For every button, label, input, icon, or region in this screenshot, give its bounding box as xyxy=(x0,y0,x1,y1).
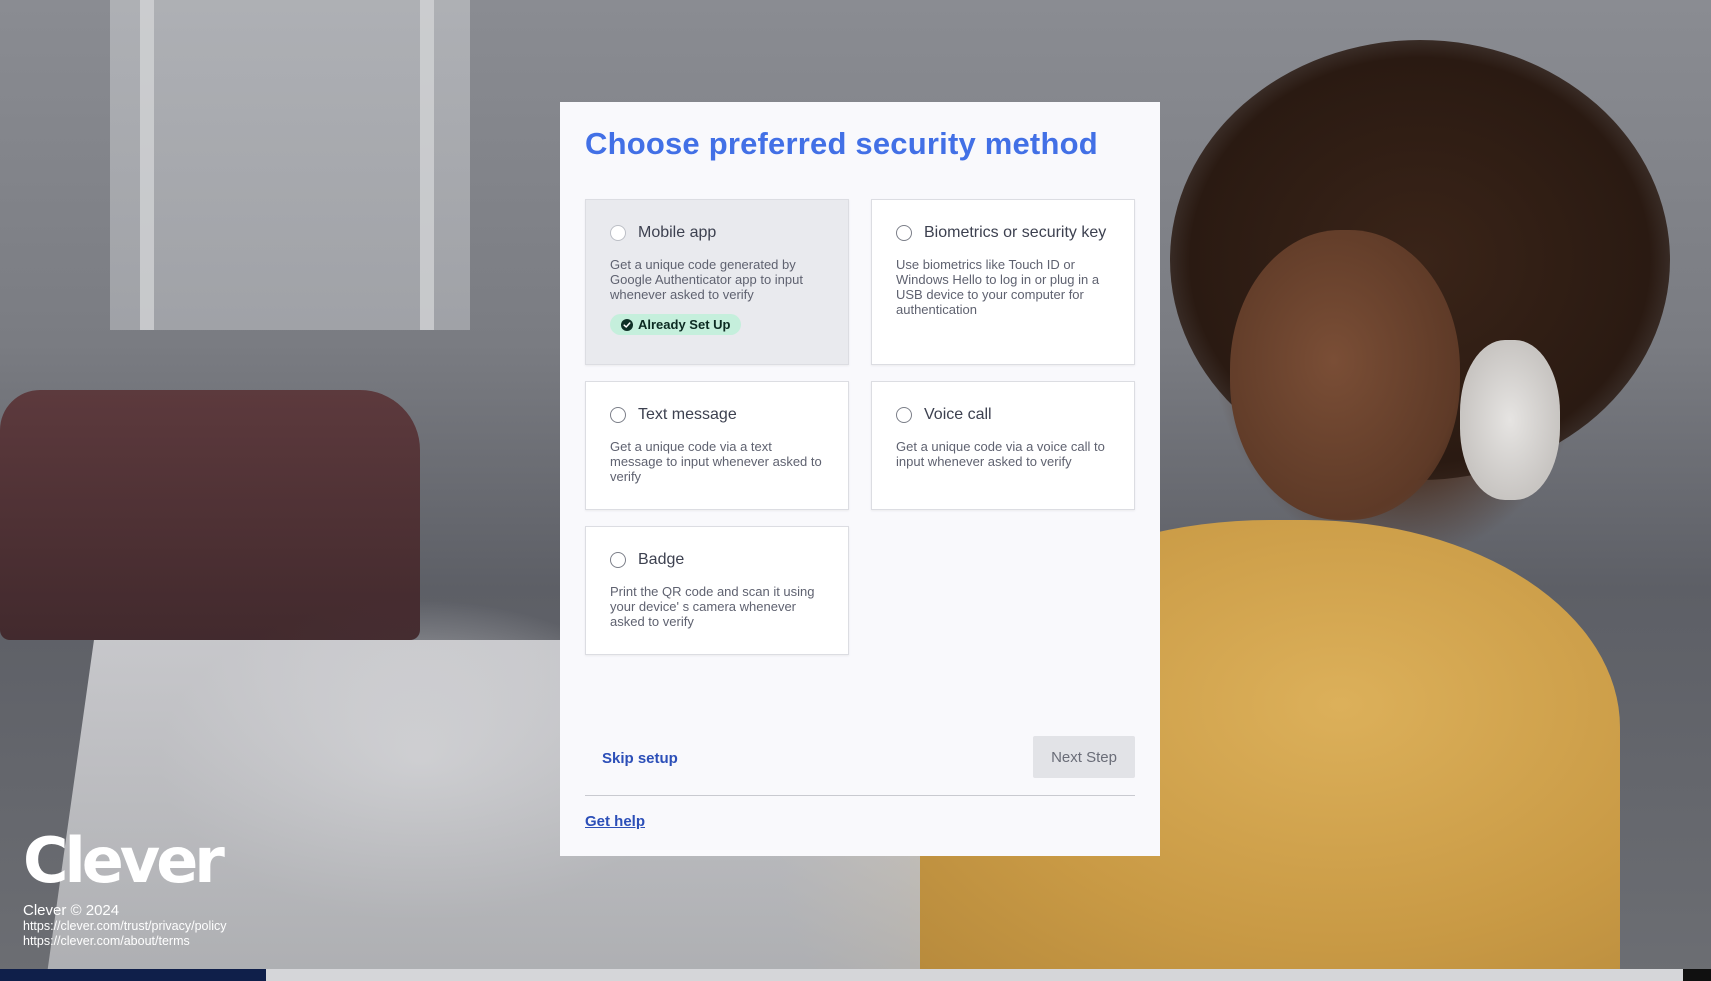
option-header: Text message xyxy=(610,406,824,424)
option-label: Text message xyxy=(638,406,737,423)
copyright-text: Clever © 2024 xyxy=(23,902,120,919)
background-face xyxy=(1230,230,1460,520)
radio-button[interactable] xyxy=(896,407,912,423)
radio-button[interactable] xyxy=(610,552,626,568)
background-sofa xyxy=(0,390,420,640)
option-description: Use biometrics like Touch ID or Windows … xyxy=(896,257,1100,317)
privacy-policy-link[interactable]: https://clever.com/trust/privacy/policy xyxy=(23,919,227,934)
window-mullion xyxy=(140,0,154,330)
background-headphones xyxy=(1460,340,1560,500)
security-method-dialog: Choose preferred security method Mobile … xyxy=(560,102,1160,856)
option-text-message[interactable]: Text message Get a unique code via a tex… xyxy=(585,381,849,510)
window-mullion xyxy=(420,0,434,330)
background-window xyxy=(110,0,470,330)
get-help-link[interactable]: Get help xyxy=(585,813,645,830)
security-options: Mobile app Get a unique code generated b… xyxy=(585,199,1135,659)
option-label: Voice call xyxy=(924,406,992,423)
skip-setup-link[interactable]: Skip setup xyxy=(602,750,678,767)
terms-link[interactable]: https://clever.com/about/terms xyxy=(23,934,227,949)
option-header: Voice call xyxy=(896,406,1110,424)
option-mobile-app[interactable]: Mobile app Get a unique code generated b… xyxy=(585,199,849,365)
option-header: Badge xyxy=(610,551,824,569)
option-label: Badge xyxy=(638,551,685,568)
page-title: Choose preferred security method xyxy=(585,126,1098,161)
option-header: Mobile app xyxy=(610,224,824,242)
option-label: Mobile app xyxy=(638,224,717,241)
option-description: Get a unique code via a text message to … xyxy=(610,439,822,484)
option-biometrics[interactable]: Biometrics or security key Use biometric… xyxy=(871,199,1135,365)
option-header: Biometrics or security key xyxy=(896,224,1110,242)
option-description: Get a unique code via a voice call to in… xyxy=(896,439,1105,469)
taskbar-segment xyxy=(1683,969,1711,981)
brand-footer: Clever Clever © 2024 https://clever.com/… xyxy=(23,830,227,949)
bottom-taskbar-strip xyxy=(0,969,1711,981)
option-voice-call[interactable]: Voice call Get a unique code via a voice… xyxy=(871,381,1135,510)
option-label: Biometrics or security key xyxy=(924,224,1107,241)
radio-button[interactable] xyxy=(610,225,626,241)
option-description: Get a unique code generated by Google Au… xyxy=(610,257,803,302)
clever-logo: Clever xyxy=(23,824,225,897)
divider xyxy=(585,795,1135,796)
radio-button[interactable] xyxy=(610,407,626,423)
option-description: Print the QR code and scan it using your… xyxy=(610,584,815,629)
taskbar-segment xyxy=(0,969,266,981)
badge-label: Already Set Up xyxy=(638,317,731,332)
status-badge: Already Set Up xyxy=(610,314,742,335)
radio-button[interactable] xyxy=(896,225,912,241)
option-badge[interactable]: Badge Print the QR code and scan it usin… xyxy=(585,526,849,655)
check-circle-icon xyxy=(621,318,633,331)
next-step-button[interactable]: Next Step xyxy=(1033,736,1135,778)
